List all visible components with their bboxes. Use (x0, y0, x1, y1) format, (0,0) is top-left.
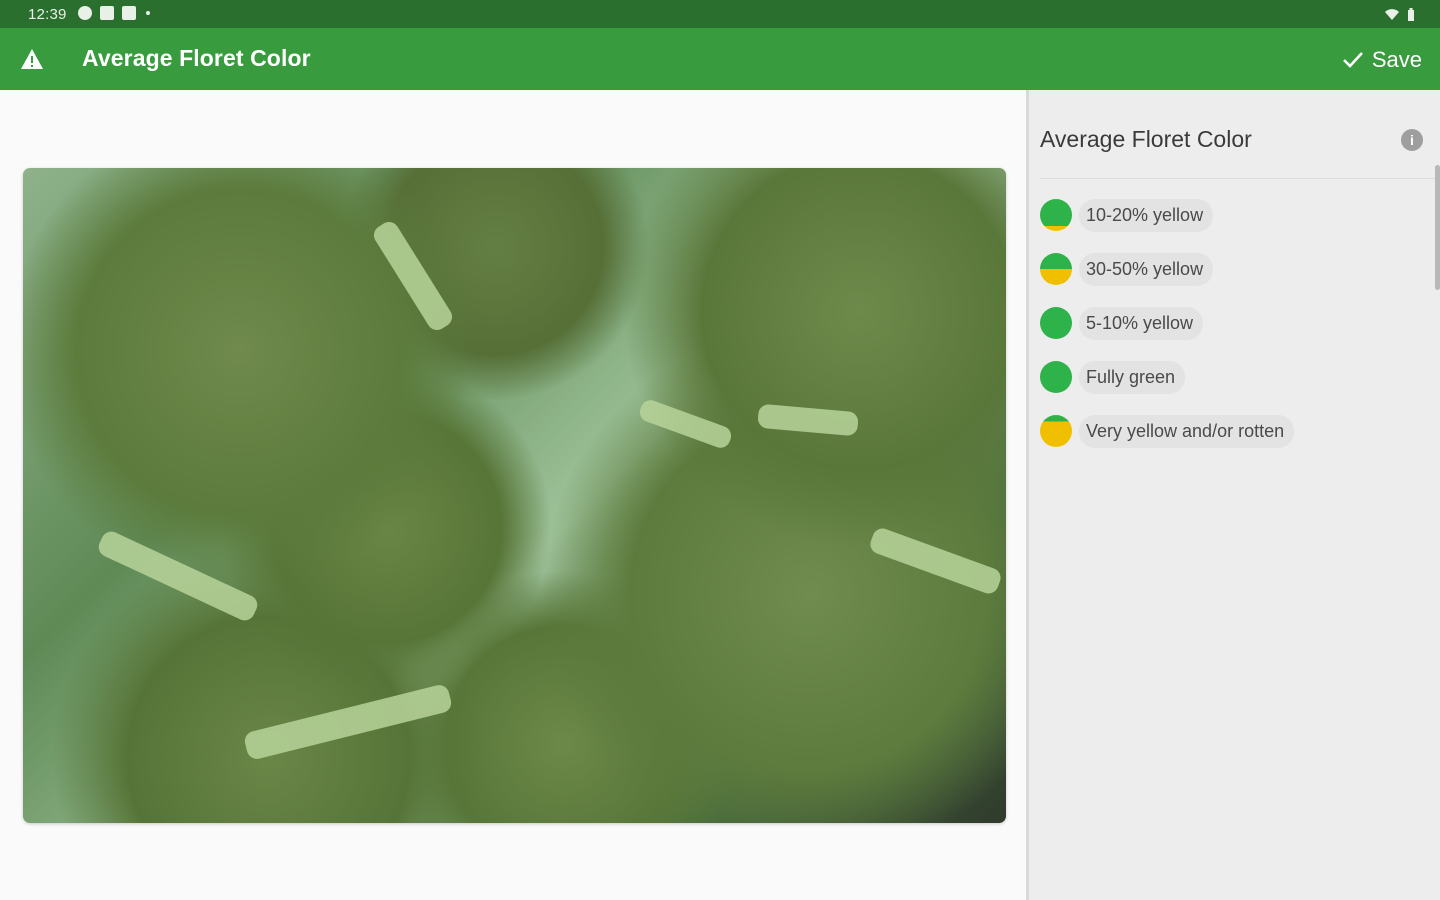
color-swatch-icon (1040, 199, 1072, 231)
sync-icon (78, 6, 92, 20)
color-swatch-icon (1040, 253, 1072, 285)
status-icons (78, 6, 150, 20)
option-5-10-yellow[interactable]: 5-10% yellow (1040, 306, 1294, 340)
save-label: Save (1371, 47, 1422, 72)
main-content (0, 90, 1026, 900)
app-bar: Average Floret Color Save (0, 28, 1440, 90)
image-icon (100, 6, 114, 20)
option-label: Very yellow and/or rotten (1079, 414, 1295, 448)
color-swatch-icon (1040, 307, 1072, 339)
photo-detail (370, 218, 456, 334)
broccoli-photo (23, 168, 1006, 823)
option-label: 5-10% yellow (1079, 306, 1204, 340)
save-button[interactable]: Save (1342, 40, 1422, 80)
photo-detail (757, 403, 859, 437)
option-label: Fully green (1079, 360, 1186, 394)
dot-icon (146, 11, 150, 15)
battery-icon (1408, 8, 1414, 21)
warning-icon[interactable] (20, 48, 44, 70)
status-bar: 12:39 (0, 0, 1440, 28)
color-swatch-icon (1040, 361, 1072, 393)
screenshot-icon (122, 6, 136, 20)
photo-detail (867, 525, 1004, 597)
option-very-yellow-rotten[interactable]: Very yellow and/or rotten (1040, 414, 1295, 448)
page-title: Average Floret Color (82, 45, 311, 71)
wifi-icon (1385, 9, 1399, 20)
option-30-50-yellow[interactable]: 30-50% yellow (1040, 252, 1294, 286)
option-10-20-yellow[interactable]: 10-20% yellow (1040, 198, 1294, 232)
options-panel: Average Floret Color i 10-20% yellow 30-… (1029, 90, 1440, 900)
info-icon[interactable]: i (1401, 129, 1423, 151)
photo-detail (637, 397, 734, 451)
panel-separator (1040, 178, 1435, 179)
photo-detail (242, 683, 454, 761)
photo-detail (95, 528, 261, 624)
option-label: 10-20% yellow (1079, 198, 1214, 232)
scrollbar[interactable] (1435, 165, 1440, 290)
checkmark-icon (1342, 52, 1363, 68)
color-swatch-icon (1040, 415, 1072, 447)
status-time: 12:39 (28, 6, 67, 23)
panel-title: Average Floret Color (1040, 126, 1252, 152)
color-options: 10-20% yellow 30-50% yellow 5-10% yellow… (1040, 198, 1295, 468)
option-fully-green[interactable]: Fully green (1040, 360, 1294, 394)
status-right (1384, 7, 1416, 21)
option-label: 30-50% yellow (1079, 252, 1214, 286)
